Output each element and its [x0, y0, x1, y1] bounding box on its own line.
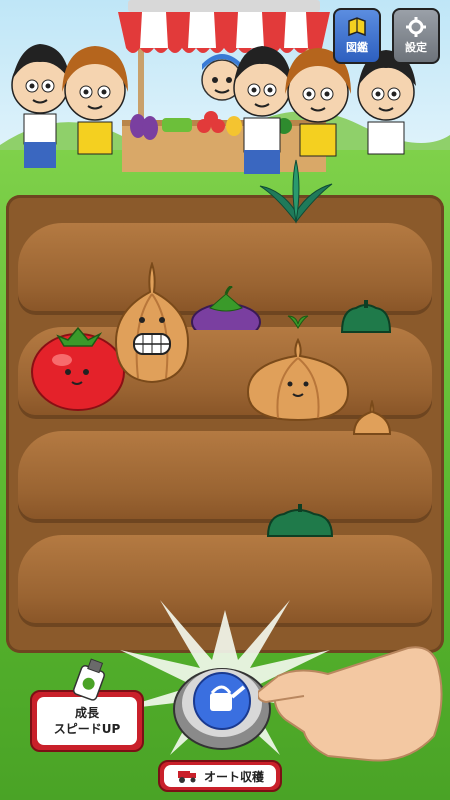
zukan-label: 図鑑: [346, 41, 368, 54]
fertilizer-bottle-icon: [72, 658, 106, 701]
onion-character-smiling[interactable]: [244, 338, 352, 422]
watering-button[interactable]: [172, 655, 272, 755]
tractor-icon: [177, 771, 196, 783]
small-sprout[interactable]: [286, 306, 310, 330]
customer-crowd: [11, 44, 416, 174]
book-icon: [348, 17, 366, 37]
sprout-leaves: [259, 159, 333, 224]
onion-sprouting[interactable]: [352, 400, 392, 436]
settings-label: 設定: [405, 41, 427, 54]
auto-harvest-label: オート収穫: [203, 769, 264, 784]
field-row-3[interactable]: [18, 431, 432, 519]
speed-up-label-line1: 成長: [74, 706, 99, 720]
onion-character-grinning[interactable]: [112, 262, 192, 388]
settings-button[interactable]: 設定: [392, 8, 440, 64]
eggplant-sprouting[interactable]: [190, 286, 262, 330]
gear-icon: [406, 17, 426, 37]
speed-up-button-face: 成長 スピードUP: [37, 697, 137, 745]
green-pepper-sprouting-2[interactable]: [264, 502, 336, 538]
speed-up-label-line2: スピードUP: [53, 722, 121, 736]
auto-harvest-button-face: オート収穫: [164, 765, 276, 787]
zukan-button[interactable]: 図鑑: [333, 8, 381, 64]
auto-harvest-button[interactable]: オート収穫: [158, 760, 282, 792]
green-pepper-sprouting[interactable]: [338, 298, 394, 334]
tutorial-pointing-hand: [258, 646, 443, 762]
